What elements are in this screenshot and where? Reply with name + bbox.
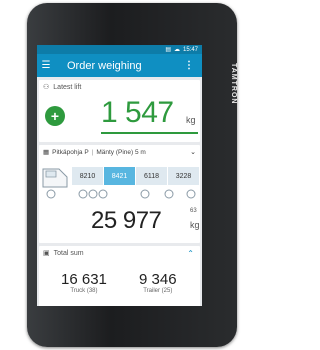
brand-logo: TAMTRON [230,63,237,105]
cloud-icon: ☁ [173,47,180,53]
axle-weight-cell[interactable]: 8210 [72,167,103,185]
load-total-value: 25 977 [91,207,162,234]
load-card: ▦ Pitkäpohja P | Mänty (Pine) 5 m ⌄ 8210… [39,145,200,243]
calculator-icon: ▣ [43,250,50,257]
axle-weights: 8210 8421 6118 3228 [72,167,199,185]
wheels-icon [46,189,196,199]
axle-weight-cell-active[interactable]: 8421 [104,167,135,185]
truck-sum: 16 631 Truck (38) [61,271,107,294]
chevron-up-icon[interactable]: ⌃ [187,249,194,258]
variety-label: Mänty (Pine) 5 m [96,148,146,156]
page-title: Order weighing [67,59,142,72]
truck-sum-value: 16 631 [61,271,107,288]
axle-weight-cell[interactable]: 6118 [136,167,167,185]
axle-weight-cell[interactable]: 3228 [168,167,199,185]
load-total-decimals: 63 [190,208,197,214]
truck-cab-icon [42,168,68,188]
chevron-down-icon[interactable]: ⌄ [190,148,196,156]
status-bar: ▤ ☁ 15:47 [37,45,202,54]
status-time: 15:47 [182,46,198,53]
app-bar: ☰ Order weighing ⋮ [37,54,202,77]
trailer-sum-value: 9 346 [139,271,177,288]
product-selector[interactable]: ▦ Pitkäpohja P | Mänty (Pine) 5 m ⌄ [39,145,200,159]
menu-icon[interactable]: ☰ [37,60,55,71]
load-total-unit: kg [190,220,200,230]
latest-lift-unit: kg [186,115,196,125]
latest-lift-card: ⚇ Latest lift + 1 547 kg [39,80,200,142]
trailer-sum: 9 346 Trailer (25) [139,271,177,294]
latest-lift-underline [101,132,198,134]
wifi-icon: ▤ [165,47,171,53]
more-vert-icon[interactable]: ⋮ [184,60,194,71]
screen: ▤ ☁ 15:47 ☰ Order weighing ⋮ ⚇ Latest li… [37,45,202,306]
document-icon: ▦ [43,149,50,156]
trailer-sum-label: Trailer (25) [143,288,173,294]
total-sum-card: ▣ Total sum ⌃ 16 631 Truck (38) 9 346 Tr… [39,246,200,306]
lift-icon: ⚇ [43,84,50,91]
add-lift-button[interactable]: + [45,106,65,126]
truck-sum-label: Truck (38) [70,288,98,294]
latest-lift-value: 1 547 [101,96,174,129]
separator: | [91,148,94,156]
latest-lift-label: Latest lift [53,83,82,91]
total-sum-label: Total sum [53,249,84,257]
product-label: Pitkäpohja P [52,148,89,156]
